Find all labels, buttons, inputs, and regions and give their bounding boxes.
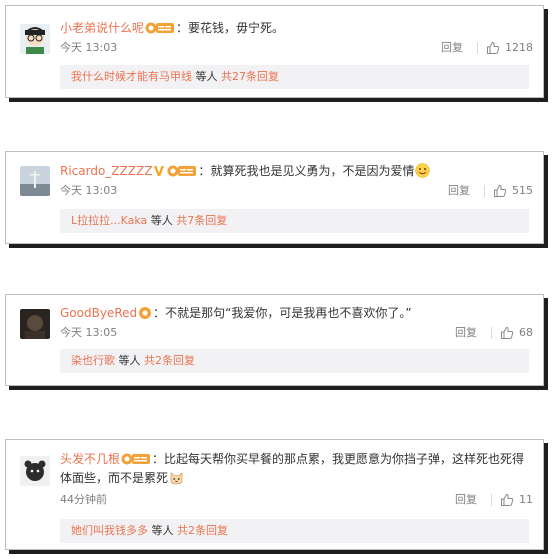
reply-summary: 她们叫我钱多多 等人 共2条回复 <box>60 519 529 543</box>
comment-actions: 回复 1218 <box>441 40 533 56</box>
reply-people-link[interactable]: 她们叫我钱多多 <box>71 524 148 537</box>
fan-badge-icon[interactable] <box>138 306 152 320</box>
username-link[interactable]: 小老弟说什么呢 <box>60 21 144 35</box>
divider <box>491 327 492 339</box>
reply-button[interactable]: 回复 <box>455 492 477 508</box>
reply-button[interactable]: 回复 <box>441 40 463 56</box>
reply-people-link[interactable]: 我什么时候才能有马甲线 <box>71 70 192 83</box>
reply-count-link[interactable]: 共7条回复 <box>176 214 227 227</box>
username-link[interactable]: Ricardo_ZZZZZ <box>60 164 152 178</box>
thumbs-up-icon[interactable] <box>486 41 500 55</box>
comment-card-4: 头发不几根 ：比起每天帮你买早餐的那点累，我更愿意为你挡子弹，这样死也死得体面些，… <box>5 439 544 550</box>
username-link[interactable]: GoodByeRed <box>60 306 137 320</box>
avatar[interactable] <box>20 456 50 486</box>
fan-badge-icon[interactable] <box>121 452 151 466</box>
vip-v-icon[interactable] <box>153 164 165 178</box>
comment-card-3: GoodByeRed ：不就是那句“我爱你，可是我再也不喜欢你了。” 今天 13:… <box>5 294 544 386</box>
reply-summary: 我什么时候才能有马甲线 等人 共27条回复 <box>60 65 529 89</box>
avatar[interactable] <box>20 309 50 339</box>
reply-button[interactable]: 回复 <box>448 183 470 199</box>
avatar[interactable] <box>20 24 50 54</box>
reply-button[interactable]: 回复 <box>455 325 477 341</box>
comment-text: 不就是那句“我爱你，可是我再也不喜欢你了。” <box>165 306 412 320</box>
thumbs-up-icon[interactable] <box>500 493 514 507</box>
reply-count-link[interactable]: 共2条回复 <box>144 354 195 367</box>
divider <box>491 494 492 506</box>
like-count: 515 <box>512 184 533 197</box>
reply-people-link[interactable]: 染也行歌 <box>71 354 115 367</box>
like-count: 1218 <box>505 41 533 54</box>
comment-text: 就算死我也是见义勇为，不是因为爱情 <box>210 164 415 178</box>
comment-card-1: 小老弟说什么呢 ：要花钱，毋宁死。 今天 13:03 回复 1218 我什么时候才… <box>5 5 544 98</box>
reply-summary: L拉拉拉...Kaka 等人 共7条回复 <box>60 209 529 233</box>
reply-summary: 染也行歌 等人 共2条回复 <box>60 349 529 373</box>
username-link[interactable]: 头发不几根 <box>60 452 120 466</box>
reply-count-link[interactable]: 共27条回复 <box>221 70 279 83</box>
smiley-emoji-icon <box>415 163 431 178</box>
reply-count-link[interactable]: 共2条回复 <box>177 524 228 537</box>
avatar[interactable] <box>20 166 50 196</box>
fan-badge-icon[interactable] <box>167 164 197 178</box>
fan-badge-icon[interactable] <box>145 21 175 35</box>
divider <box>477 42 478 54</box>
thumbs-up-icon[interactable] <box>493 184 507 198</box>
comment-card-2: Ricardo_ZZZZZ ：就算死我也是见义勇为，不是因为爱情 今天 13:03… <box>5 151 544 244</box>
cat-emoji-icon <box>169 470 184 485</box>
comment-actions: 回复 11 <box>455 492 533 508</box>
like-count: 68 <box>519 326 533 339</box>
comment-actions: 回复 68 <box>455 325 533 341</box>
comment-text: 要花钱，毋宁死。 <box>188 21 285 35</box>
comment-time: 今天 13:05 <box>60 326 118 339</box>
thumbs-up-icon[interactable] <box>500 326 514 340</box>
comment-actions: 回复 515 <box>448 183 533 199</box>
comment-time: 44分钟前 <box>60 493 107 506</box>
divider <box>484 185 485 197</box>
like-count: 11 <box>519 493 533 506</box>
reply-people-link[interactable]: L拉拉拉...Kaka <box>71 214 147 227</box>
comment-time: 今天 13:03 <box>60 41 118 54</box>
comment-time: 今天 13:03 <box>60 184 118 197</box>
